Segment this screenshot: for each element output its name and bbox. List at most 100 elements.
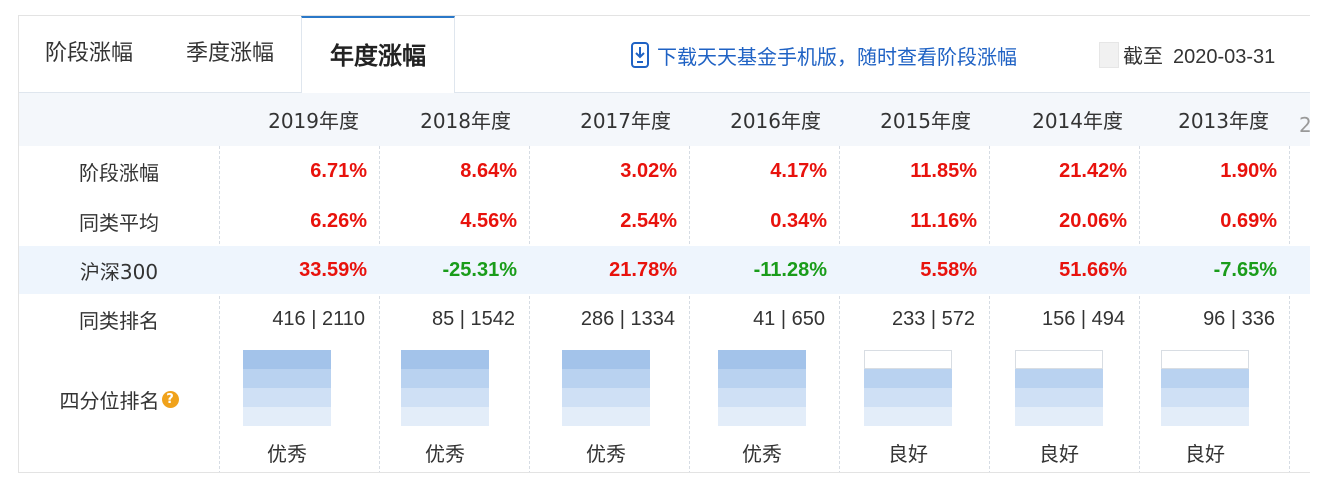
- hs300-cell: -11.28%: [753, 258, 827, 281]
- quartile-segment: [243, 350, 331, 369]
- quartile-label-cell: 四分位排名?: [19, 344, 219, 454]
- category-avg-cell: 0.34%: [770, 209, 827, 232]
- quartile-segment: [1161, 407, 1249, 426]
- category-avg-cell: 20.06%: [1059, 209, 1127, 232]
- quartile-segment: [864, 407, 952, 426]
- quartile-segment: [243, 369, 331, 388]
- tab-bar: 阶段涨幅 季度涨幅 年度涨幅 下载天天基金手机版，随时查看阶段涨幅 截至 2020…: [19, 16, 1310, 93]
- quartile-segment: [243, 388, 331, 407]
- tab-quarterly-return[interactable]: 季度涨幅: [159, 16, 301, 92]
- quartile-segment: [243, 407, 331, 426]
- quartile-rating: 良好: [888, 442, 928, 466]
- category-avg-cell: 6.26%: [310, 209, 367, 232]
- stage-return-cell: 6.71%: [310, 159, 367, 182]
- quartile-segment: [1015, 407, 1103, 426]
- stage-return-cell: 3.02%: [620, 159, 677, 182]
- column-header: 2018年度: [420, 109, 511, 133]
- category-rank-cell: 85 | 1542: [431, 307, 515, 330]
- quartile-bar: [1161, 350, 1249, 426]
- quartile-segment: [1161, 369, 1249, 388]
- quartile-rating: 良好: [1039, 442, 1079, 466]
- quartile-segment: [562, 350, 650, 369]
- column-header: 2014年度: [1032, 109, 1123, 133]
- hs300-cell: 51.66%: [1059, 258, 1127, 281]
- quartile-segment: [1161, 350, 1249, 369]
- row-stage-return: 阶段涨幅 6.71% 8.64% 3.02% 4.17% 11.85% 21.42% 1.9…: [19, 146, 1310, 196]
- hs300-cell: -7.65%: [1213, 258, 1277, 281]
- download-app-link[interactable]: 下载天天基金手机版，随时查看阶段涨幅: [631, 40, 1017, 70]
- tab-stage-return[interactable]: 阶段涨幅: [19, 16, 159, 92]
- quartile-rating: 良好: [1185, 442, 1225, 466]
- stage-return-cell: 4.17%: [770, 159, 827, 182]
- quartile-segment: [562, 388, 650, 407]
- quartile-segment: [1161, 388, 1249, 407]
- hs300-cell: -25.31%: [442, 258, 518, 281]
- category-avg-cell: 0.69%: [1220, 209, 1277, 232]
- quartile-segment: [401, 350, 489, 369]
- quartile-segment: [401, 407, 489, 426]
- table-header-row: 2019年度 2018年度 2017年度 2016年度 2015年度 2014年…: [19, 93, 1310, 146]
- quartile-segment: [718, 388, 806, 407]
- quartile-rating: 优秀: [586, 442, 626, 466]
- row-label: 同类排名: [79, 308, 159, 333]
- quartile-segment: [718, 407, 806, 426]
- quartile-rating: 优秀: [742, 442, 782, 466]
- quartile-segment: [562, 369, 650, 388]
- quartile-rating: 优秀: [267, 442, 307, 466]
- quartile-bar: [401, 350, 489, 426]
- next-column-edge: 2: [1299, 113, 1310, 137]
- row-label: 阶段涨幅: [79, 160, 159, 185]
- quartile-bar: [864, 350, 952, 426]
- phone-download-icon: [631, 42, 649, 68]
- category-avg-cell: 4.56%: [460, 209, 517, 232]
- stage-return-cell: 21.42%: [1059, 159, 1127, 182]
- category-rank-cell: 156 | 494: [1041, 307, 1125, 330]
- quartile-segment: [562, 407, 650, 426]
- category-avg-cell: 2.54%: [620, 209, 677, 232]
- quartile-segment: [1015, 369, 1103, 388]
- asof-checkbox[interactable]: [1099, 42, 1119, 68]
- row-hs300: 沪深300 33.59% -25.31% 21.78% -11.28% 5.58% 51.…: [19, 246, 1310, 294]
- category-rank-cell: 416 | 2110: [272, 307, 365, 330]
- quartile-bar: [1015, 350, 1103, 426]
- quartile-rating: 优秀: [425, 442, 465, 466]
- quartile-segment: [864, 369, 952, 388]
- category-rank-cell: 96 | 336: [1203, 307, 1275, 330]
- hs300-cell: 33.59%: [299, 258, 367, 281]
- row-category-rank: 同类排名 416 | 2110 85 | 1542 286 | 1334 41 | 6…: [19, 294, 1310, 344]
- quartile-bar: [562, 350, 650, 426]
- quartile-segment: [1015, 388, 1103, 407]
- stage-return-cell: 8.64%: [460, 159, 517, 182]
- tab-annual-return[interactable]: 年度涨幅: [301, 16, 455, 93]
- row-quartile-rank: 四分位排名? 优秀 优秀 优秀 优秀 良好 良好 良好: [19, 344, 1310, 472]
- quartile-segment: [1015, 350, 1103, 369]
- help-circle-icon[interactable]: ?: [161, 390, 179, 408]
- row-label: 四分位排名: [59, 388, 160, 413]
- row-label: 沪深300: [79, 259, 159, 284]
- asof-label: 截至: [1123, 44, 1163, 68]
- stage-return-cell: 11.85%: [910, 159, 977, 182]
- hs300-cell: 5.58%: [920, 258, 977, 281]
- hs300-cell: 21.78%: [609, 258, 677, 281]
- column-header: 2017年度: [580, 109, 671, 133]
- quartile-segment: [718, 369, 806, 388]
- asof-date: 截至 2020-03-31: [1123, 40, 1275, 69]
- quartile-segment: [864, 388, 952, 407]
- performance-panel: 阶段涨幅 季度涨幅 年度涨幅 下载天天基金手机版，随时查看阶段涨幅 截至 2020…: [18, 15, 1310, 473]
- category-rank-cell: 286 | 1334: [580, 307, 675, 330]
- column-header: 2015年度: [880, 109, 971, 133]
- row-label: 同类平均: [79, 210, 159, 235]
- asof-date-value: 2020-03-31: [1173, 46, 1276, 68]
- column-header: 2013年度: [1178, 109, 1269, 133]
- column-header: 2016年度: [730, 109, 821, 133]
- quartile-bar: [243, 350, 331, 426]
- quartile-bar: [718, 350, 806, 426]
- stage-return-cell: 1.90%: [1220, 159, 1277, 182]
- quartile-segment: [401, 369, 489, 388]
- row-category-average: 同类平均 6.26% 4.56% 2.54% 0.34% 11.16% 20.06% 0.6…: [19, 196, 1310, 246]
- download-link-text[interactable]: 下载天天基金手机版，随时查看阶段涨幅: [657, 41, 1017, 70]
- column-header: 2019年度: [268, 109, 359, 133]
- quartile-segment: [864, 350, 952, 369]
- category-rank-cell: 233 | 572: [891, 307, 975, 330]
- category-rank-cell: 41 | 650: [753, 307, 825, 330]
